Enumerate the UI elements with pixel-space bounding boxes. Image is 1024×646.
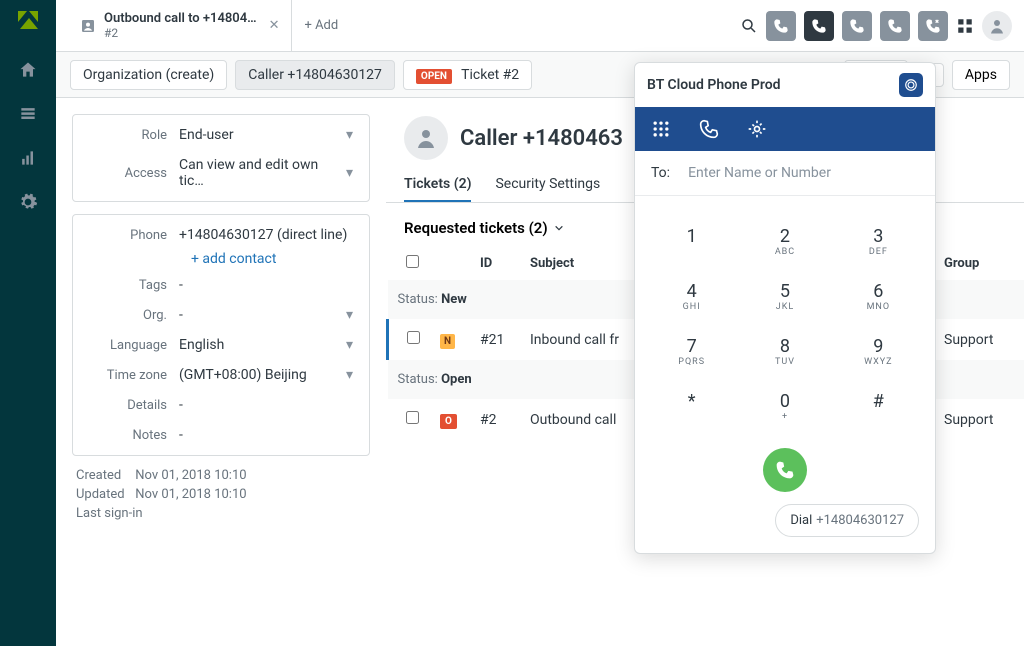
add-contact-link[interactable]: + add contact (191, 251, 353, 267)
access-field[interactable]: Access Can view and edit own tic… ▾ (89, 157, 353, 189)
active-tab[interactable]: Outbound call to +14804… #2 ✕ (68, 0, 292, 51)
dialer-header: BT Cloud Phone Prod (635, 63, 935, 107)
search-icon[interactable] (740, 17, 758, 35)
tags-field: Tags - (89, 277, 353, 293)
role-field[interactable]: Role End-user ▾ (89, 127, 353, 143)
call-button[interactable] (763, 448, 807, 492)
global-nav (0, 0, 56, 646)
dialer-logo-icon (899, 73, 923, 97)
chevron-down-icon: ▾ (346, 165, 353, 181)
key-7[interactable]: 7PQRS (645, 324, 738, 379)
org-field[interactable]: Org. - ▾ (89, 307, 353, 323)
dial-input[interactable] (688, 165, 919, 181)
chevron-down-icon: ▾ (346, 127, 353, 143)
key-hash[interactable]: # (832, 379, 925, 434)
details-field: Details - (89, 397, 353, 413)
reporting-icon[interactable] (18, 148, 38, 168)
keypad: 1 2ABC 3DEF 4GHI 5JKL 6MNO 7PQRS 8TUV 9W… (635, 196, 935, 442)
key-star[interactable]: * (645, 379, 738, 434)
col-group: Group (934, 247, 1024, 280)
chevron-down-icon: ▾ (346, 337, 353, 353)
ticket-pill[interactable]: OPEN Ticket #2 (403, 60, 532, 90)
tab-security[interactable]: Security Settings (495, 176, 600, 202)
contact-card: Phone +14804630127 (direct line) + add c… (72, 214, 370, 456)
caller-name: Caller +1480463 (460, 126, 623, 151)
key-1[interactable]: 1 (645, 214, 738, 269)
key-6[interactable]: 6MNO (832, 269, 925, 324)
key-5[interactable]: 5JKL (738, 269, 831, 324)
user-icon (80, 18, 96, 34)
chevron-down-icon: ▾ (346, 307, 353, 323)
settings-icon[interactable] (747, 119, 767, 139)
org-pill[interactable]: Organization (create) (70, 60, 227, 90)
apps-grid-icon[interactable] (956, 17, 974, 35)
phone-icon-5[interactable] (918, 11, 948, 41)
tab-title-line1: Outbound call to +14804… (104, 11, 257, 26)
key-3[interactable]: 3DEF (832, 214, 925, 269)
keypad-icon[interactable] (651, 119, 671, 139)
tab-tickets[interactable]: Tickets (2) (404, 176, 471, 202)
notes-field: Notes - (89, 427, 353, 443)
zendesk-logo-icon (16, 8, 40, 32)
chevron-down-icon: ▾ (346, 367, 353, 383)
dial-suggestion[interactable]: Dial +14804630127 (775, 504, 919, 537)
phone-field: Phone +14804630127 (direct line) (89, 227, 353, 243)
calls-icon[interactable] (699, 119, 719, 139)
dialer-panel: BT Cloud Phone Prod To: 1 2ABC 3DEF 4GHI… (634, 62, 936, 554)
timezone-field[interactable]: Time zone (GMT+08:00) Beijing ▾ (89, 367, 353, 383)
row-checkbox[interactable] (407, 331, 420, 344)
caller-pill[interactable]: Caller +14804630127 (235, 60, 395, 90)
apps-button[interactable]: Apps (952, 60, 1010, 90)
select-all-checkbox[interactable] (406, 255, 419, 268)
views-icon[interactable] (18, 104, 38, 124)
open-badge: OPEN (416, 69, 452, 84)
avatar[interactable] (982, 11, 1012, 41)
home-icon[interactable] (18, 60, 38, 80)
language-field[interactable]: Language English ▾ (89, 337, 353, 353)
phone-icon-1[interactable] (766, 11, 796, 41)
phone-icon-4[interactable] (880, 11, 910, 41)
role-card: Role End-user ▾ Access Can view and edit… (72, 114, 370, 202)
details-panel: Role End-user ▾ Access Can view and edit… (56, 98, 386, 646)
dial-to-row: To: (635, 151, 935, 196)
chevron-down-icon (554, 223, 564, 233)
status-badge-open: O (440, 414, 457, 429)
key-0[interactable]: 0+ (738, 379, 831, 434)
admin-icon[interactable] (18, 192, 38, 212)
tab-title-line2: #2 (104, 26, 257, 40)
dialer-toolbar (635, 107, 935, 151)
key-4[interactable]: 4GHI (645, 269, 738, 324)
close-tab-icon[interactable]: ✕ (269, 18, 280, 33)
row-checkbox[interactable] (406, 411, 419, 424)
key-9[interactable]: 9WXYZ (832, 324, 925, 379)
key-8[interactable]: 8TUV (738, 324, 831, 379)
meta-block: Created Nov 01, 2018 10:10 Updated Nov 0… (72, 468, 370, 525)
col-id: ID (470, 247, 520, 280)
phone-icon-2-active[interactable] (804, 11, 834, 41)
tab-bar: Outbound call to +14804… #2 ✕ + Add (56, 0, 1024, 52)
add-tab[interactable]: + Add (292, 0, 350, 51)
caller-avatar-icon (404, 116, 448, 160)
key-2[interactable]: 2ABC (738, 214, 831, 269)
phone-icon-3[interactable] (842, 11, 872, 41)
status-badge-new: N (440, 334, 455, 349)
